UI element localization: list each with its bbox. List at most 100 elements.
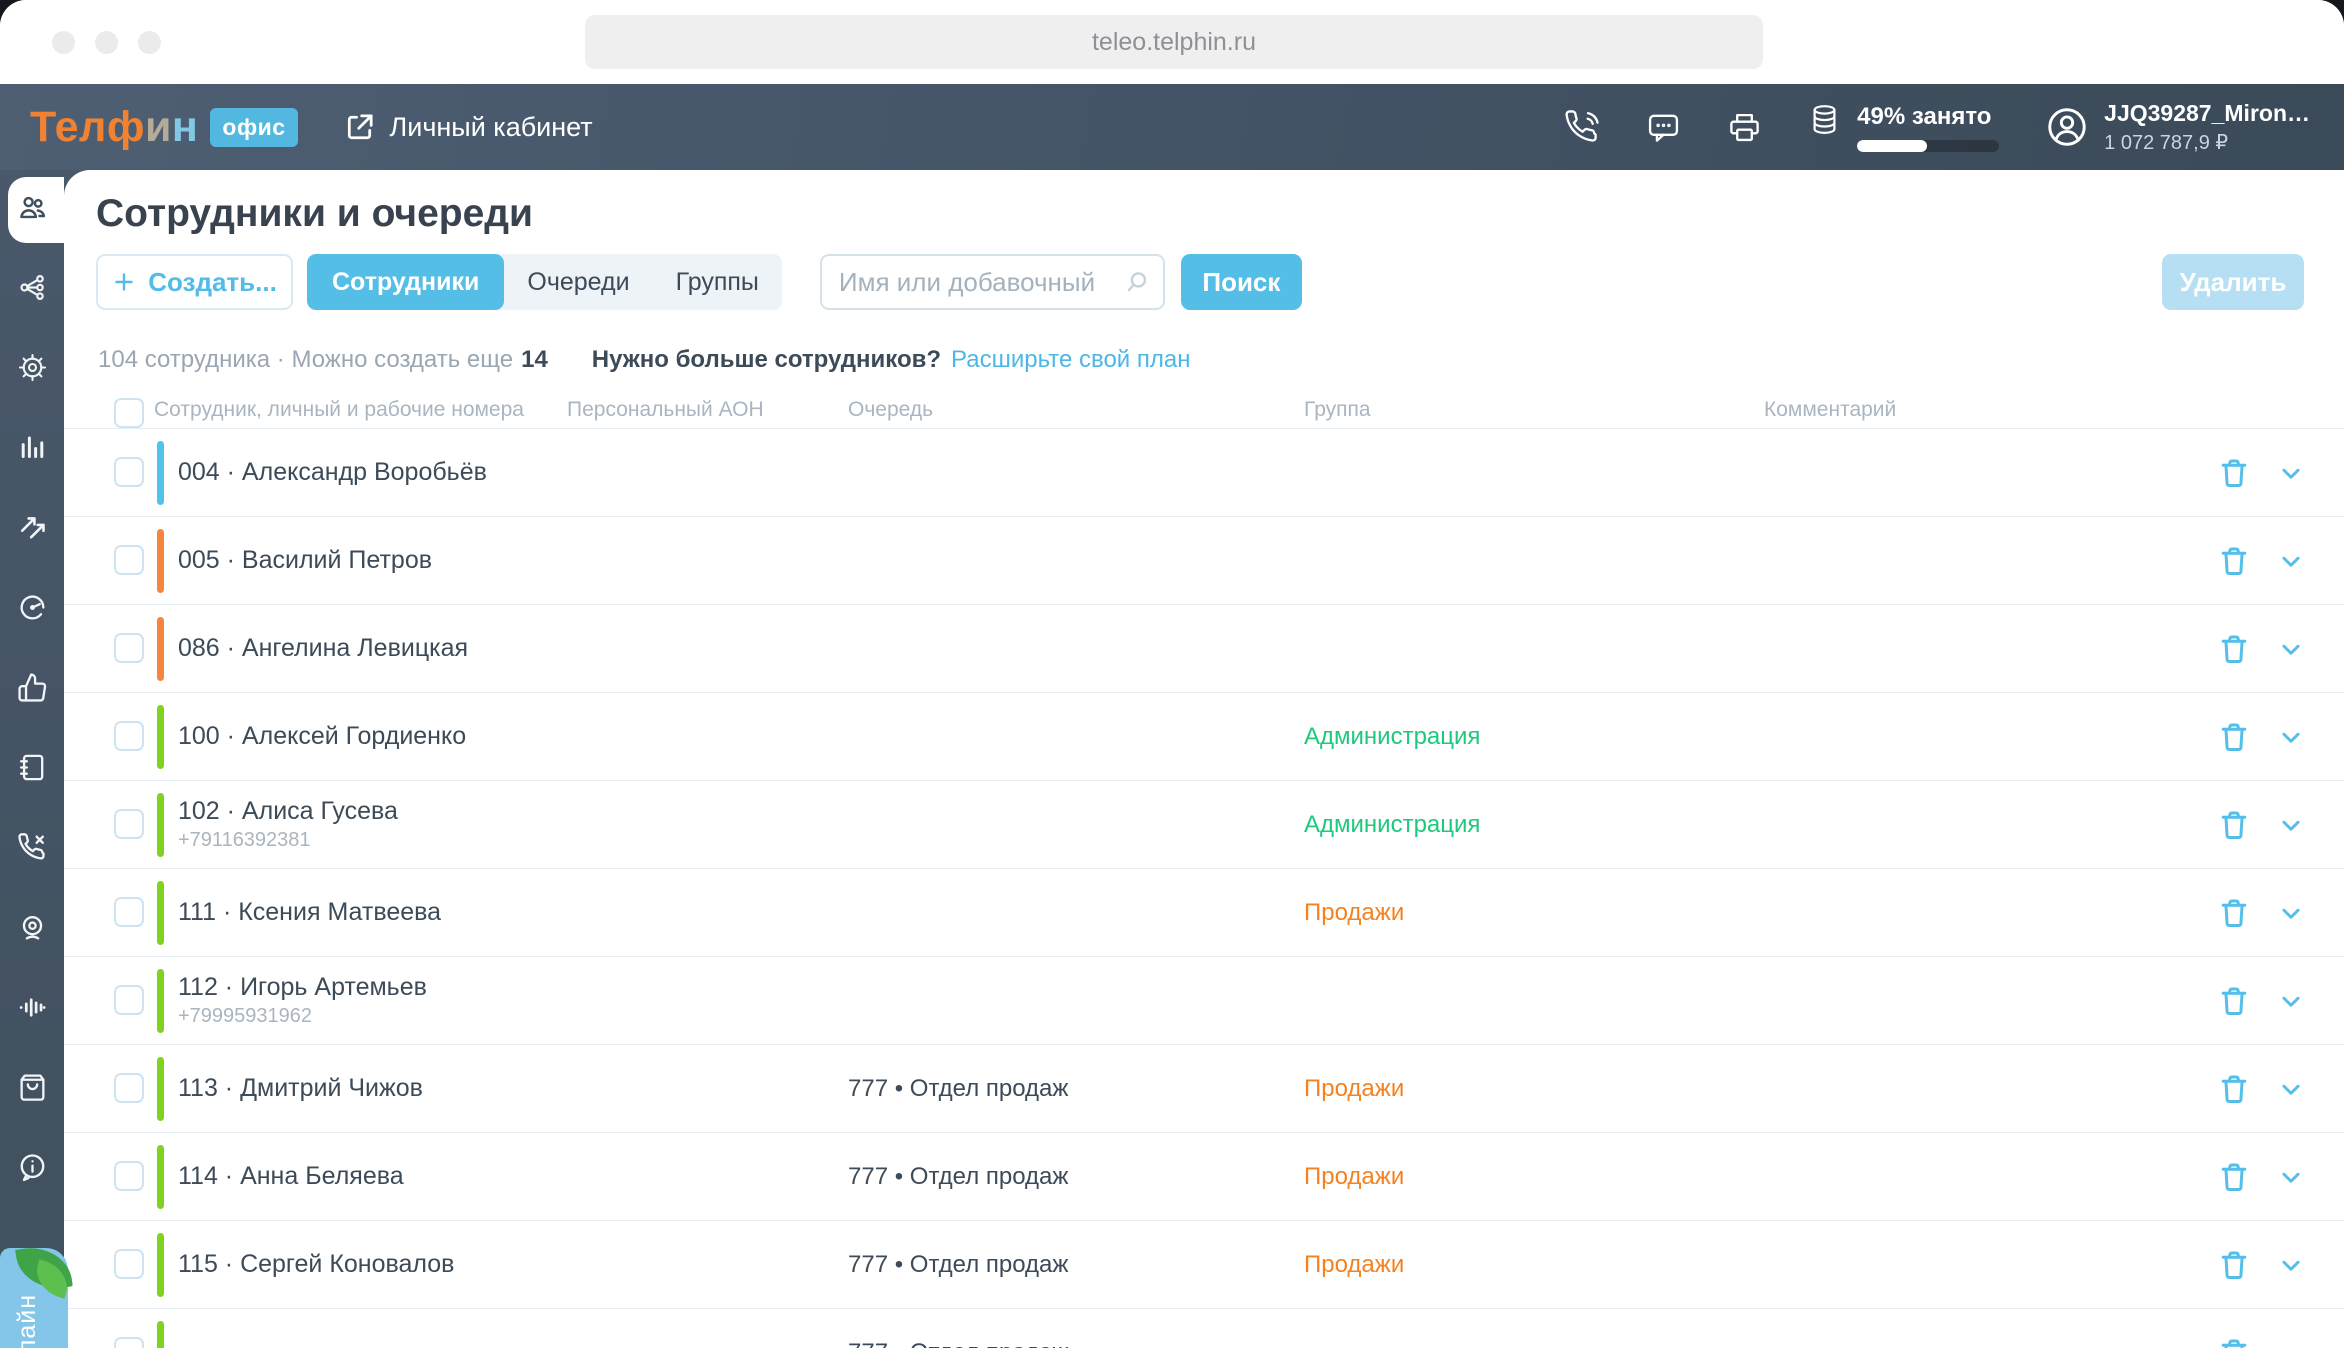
toolbar: Создать... СотрудникиОчередиГруппы Поиск… bbox=[96, 254, 2304, 310]
trash-icon[interactable] bbox=[2216, 1335, 2252, 1348]
address-bar[interactable]: teleo.telphin.ru bbox=[585, 15, 1763, 69]
row-checkbox[interactable] bbox=[114, 897, 144, 927]
sidebar-item-contacts[interactable] bbox=[0, 730, 64, 810]
row-checkbox[interactable] bbox=[114, 545, 144, 575]
sidebar-item-call-scheme[interactable] bbox=[0, 250, 64, 330]
plus-icon bbox=[112, 270, 136, 294]
printer-icon[interactable] bbox=[1727, 110, 1762, 145]
sidebar-item-missed-calls[interactable] bbox=[0, 810, 64, 890]
trash-icon[interactable] bbox=[2216, 1071, 2252, 1107]
queue-cell: 777 • Отдел продаж bbox=[848, 1133, 1068, 1220]
table-row[interactable]: 114 · Анна Беляева777 • Отдел продажПрод… bbox=[64, 1132, 2344, 1220]
create-button[interactable]: Создать... bbox=[96, 254, 293, 310]
row-checkbox[interactable] bbox=[114, 1161, 144, 1191]
table-row[interactable]: 777 • Отдел продаж bbox=[64, 1308, 2344, 1348]
sidebar-item-monitoring[interactable] bbox=[0, 570, 64, 650]
table-row[interactable]: 005 · Василий Петров bbox=[64, 516, 2344, 604]
trash-icon[interactable] bbox=[2216, 631, 2252, 667]
chevron-down-icon[interactable] bbox=[2278, 549, 2304, 575]
table-row[interactable]: 113 · Дмитрий Чижов777 • Отдел продажПро… bbox=[64, 1044, 2344, 1132]
contacts-icon bbox=[17, 752, 48, 788]
search-input[interactable] bbox=[820, 254, 1165, 310]
trash-icon[interactable] bbox=[2216, 543, 2252, 579]
table-row[interactable]: 086 · Ангелина Левицкая bbox=[64, 604, 2344, 692]
browser-chrome: teleo.telphin.ru bbox=[0, 0, 2344, 84]
sidebar-item-support[interactable] bbox=[0, 1130, 64, 1210]
queue-cell: 777 • Отдел продаж bbox=[848, 1309, 1068, 1348]
status-bar bbox=[157, 705, 164, 769]
chevron-down-icon[interactable] bbox=[2278, 813, 2304, 839]
group-cell: Продажи bbox=[1304, 869, 1404, 956]
trash-icon[interactable] bbox=[2216, 455, 2252, 491]
group-cell: Администрация bbox=[1304, 693, 1480, 780]
row-checkbox[interactable] bbox=[114, 457, 144, 487]
user-menu[interactable]: JJQ39287_Miron… 1 072 787,9 ₽ bbox=[2045, 100, 2310, 155]
sidebar-item-call-records[interactable] bbox=[0, 890, 64, 970]
chevron-down-icon[interactable] bbox=[2278, 637, 2304, 663]
sidebar-item-marketplace[interactable] bbox=[0, 1050, 64, 1130]
queue-cell: 777 • Отдел продаж bbox=[848, 1221, 1068, 1308]
table-row[interactable]: 115 · Сергей Коновалов777 • Отдел продаж… bbox=[64, 1220, 2344, 1308]
sidebar-item-employees[interactable] bbox=[0, 170, 64, 250]
row-checkbox[interactable] bbox=[114, 809, 144, 839]
select-all-checkbox[interactable] bbox=[114, 398, 144, 428]
row-checkbox[interactable] bbox=[114, 1337, 144, 1348]
table-row[interactable]: 111 · Ксения Матвеева Продажи bbox=[64, 868, 2344, 956]
tab-queues[interactable]: Очереди bbox=[504, 254, 652, 310]
chevron-down-icon[interactable] bbox=[2278, 461, 2304, 487]
table-row[interactable]: 102 · Алиса Гусева+79116392381Администра… bbox=[64, 780, 2344, 868]
sidebar-item-statistics[interactable] bbox=[0, 410, 64, 490]
storage-label: 49% занято bbox=[1857, 103, 1999, 131]
window-dot[interactable] bbox=[52, 31, 75, 54]
trash-icon[interactable] bbox=[2216, 807, 2252, 843]
table-row[interactable]: 004 · Александр Воробьёв bbox=[64, 428, 2344, 516]
delete-button[interactable]: Удалить bbox=[2162, 254, 2304, 310]
row-checkbox[interactable] bbox=[114, 1249, 144, 1279]
chevron-down-icon[interactable] bbox=[2278, 1253, 2304, 1279]
audio-icon bbox=[17, 992, 48, 1028]
row-checkbox[interactable] bbox=[114, 633, 144, 663]
employees-icon bbox=[17, 192, 48, 228]
window-dot[interactable] bbox=[95, 31, 118, 54]
sidebar-item-audio[interactable] bbox=[0, 970, 64, 1050]
row-checkbox[interactable] bbox=[114, 1073, 144, 1103]
chevron-down-icon[interactable] bbox=[2278, 1341, 2304, 1348]
storage-usage[interactable]: 49% занято bbox=[1808, 103, 1999, 152]
sidebar-item-settings[interactable] bbox=[0, 330, 64, 410]
employee-name-cell: 113 · Дмитрий Чижов bbox=[178, 1045, 423, 1132]
table-header: Сотрудник, личный и рабочие номера Персо… bbox=[64, 394, 2344, 428]
table-row[interactable]: 112 · Игорь Артемьев+79995931962 bbox=[64, 956, 2344, 1044]
sidebar-item-routing[interactable] bbox=[0, 490, 64, 570]
trash-icon[interactable] bbox=[2216, 983, 2252, 1019]
expand-plan-link[interactable]: Расширьте свой план bbox=[951, 346, 1190, 374]
employee-name-cell: 114 · Анна Беляева bbox=[178, 1133, 404, 1220]
tab-employees[interactable]: Сотрудники bbox=[307, 254, 504, 310]
chevron-down-icon[interactable] bbox=[2278, 1165, 2304, 1191]
window-controls[interactable] bbox=[52, 31, 161, 54]
personal-cabinet-link[interactable]: Личный кабинет bbox=[342, 110, 593, 145]
chevron-down-icon[interactable] bbox=[2278, 989, 2304, 1015]
tab-groups[interactable]: Группы bbox=[653, 254, 782, 310]
row-checkbox[interactable] bbox=[114, 721, 144, 751]
status-bar bbox=[157, 1321, 164, 1348]
chevron-down-icon[interactable] bbox=[2278, 901, 2304, 927]
trash-icon[interactable] bbox=[2216, 719, 2252, 755]
phone-icon[interactable] bbox=[1565, 110, 1600, 145]
chat-icon[interactable] bbox=[1646, 110, 1681, 145]
trash-icon[interactable] bbox=[2216, 1247, 2252, 1283]
employee-name-cell: 111 · Ксения Матвеева bbox=[178, 869, 441, 956]
chevron-down-icon[interactable] bbox=[2278, 1077, 2304, 1103]
row-checkbox[interactable] bbox=[114, 985, 144, 1015]
trash-icon[interactable] bbox=[2216, 895, 2252, 931]
table-row[interactable]: 100 · Алексей Гордиенко Администрация bbox=[64, 692, 2344, 780]
call-records-icon bbox=[17, 912, 48, 948]
chevron-down-icon[interactable] bbox=[2278, 725, 2304, 751]
employee-name-cell: 100 · Алексей Гордиенко bbox=[178, 693, 466, 780]
status-bar bbox=[157, 441, 164, 505]
settings-icon bbox=[17, 352, 48, 388]
search-button[interactable]: Поиск bbox=[1181, 254, 1302, 310]
sidebar-item-quality[interactable] bbox=[0, 650, 64, 730]
window-dot[interactable] bbox=[138, 31, 161, 54]
trash-icon[interactable] bbox=[2216, 1159, 2252, 1195]
online-chat-widget[interactable]: лайн bbox=[0, 1248, 68, 1348]
